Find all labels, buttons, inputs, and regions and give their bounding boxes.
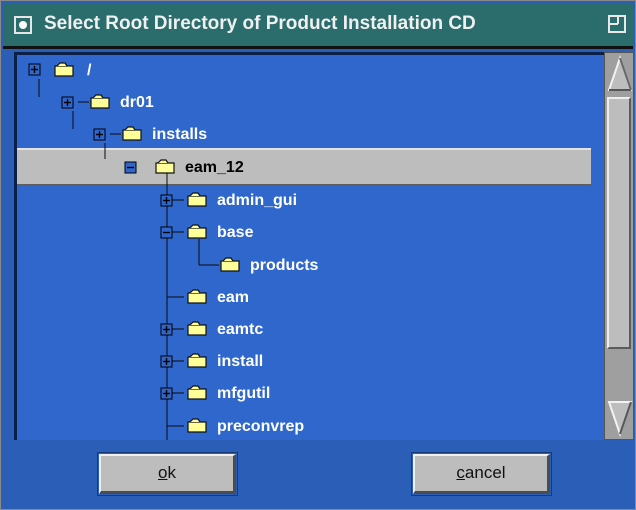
maximize-icon[interactable] <box>607 14 627 34</box>
collapse-icon[interactable] <box>124 161 137 174</box>
folder-icon <box>187 224 207 239</box>
cancel-label-rest: ancel <box>464 463 506 482</box>
folder-icon <box>122 126 142 141</box>
cancel-button[interactable]: cancel <box>413 454 550 494</box>
ok-button[interactable]: ok <box>99 454 236 494</box>
folder-icon <box>187 418 207 433</box>
window-menu-icon[interactable] <box>14 16 32 34</box>
folder-icon <box>54 62 74 77</box>
button-bar: ok cancel <box>3 443 633 507</box>
vertical-scrollbar[interactable] <box>604 52 634 440</box>
tree-node-products[interactable]: products <box>250 257 318 275</box>
dialog-window: Select Root Directory of Product Install… <box>0 0 636 510</box>
expand-icon[interactable] <box>160 387 173 400</box>
tree-node-root[interactable]: / <box>87 62 91 80</box>
expand-icon[interactable] <box>61 96 74 109</box>
expand-icon[interactable] <box>28 63 41 76</box>
expand-icon[interactable] <box>160 194 173 207</box>
tree-node-eam-12[interactable]: eam_12 <box>185 159 244 177</box>
expand-icon[interactable] <box>160 355 173 368</box>
expand-icon[interactable] <box>93 128 106 141</box>
tree-node-base[interactable]: base <box>217 224 253 242</box>
tree-node-installs[interactable]: installs <box>152 126 207 144</box>
scroll-down-arrow-icon[interactable] <box>606 398 634 438</box>
title-bar[interactable]: Select Root Directory of Product Install… <box>3 3 633 49</box>
ok-label-rest: k <box>167 463 176 482</box>
folder-icon <box>187 289 207 304</box>
tree-node-install[interactable]: install <box>217 353 263 371</box>
folder-icon <box>155 159 175 174</box>
tree-node-mfgutil[interactable]: mfgutil <box>217 385 270 403</box>
folder-icon <box>187 385 207 400</box>
collapse-icon[interactable] <box>160 226 173 239</box>
tree-node-eamtc[interactable]: eamtc <box>217 321 263 339</box>
directory-tree[interactable]: / dr01 installs eam_12 admin_gui base pr… <box>14 52 604 440</box>
tree-node-admin-gui[interactable]: admin_gui <box>217 192 297 210</box>
folder-icon <box>220 257 240 272</box>
folder-icon <box>187 192 207 207</box>
cancel-mnemonic: c <box>456 463 465 482</box>
folder-icon <box>187 353 207 368</box>
window-title: Select Root Directory of Product Install… <box>44 13 476 34</box>
scroll-thumb[interactable] <box>607 97 631 349</box>
folder-icon <box>90 94 110 109</box>
expand-icon[interactable] <box>160 323 173 336</box>
folder-icon <box>187 321 207 336</box>
tree-node-dr01[interactable]: dr01 <box>120 94 154 112</box>
tree-node-eam[interactable]: eam <box>217 289 249 307</box>
scroll-up-arrow-icon[interactable] <box>606 54 634 94</box>
tree-lines <box>28 62 240 440</box>
tree-node-preconvrep[interactable]: preconvrep <box>217 418 304 436</box>
